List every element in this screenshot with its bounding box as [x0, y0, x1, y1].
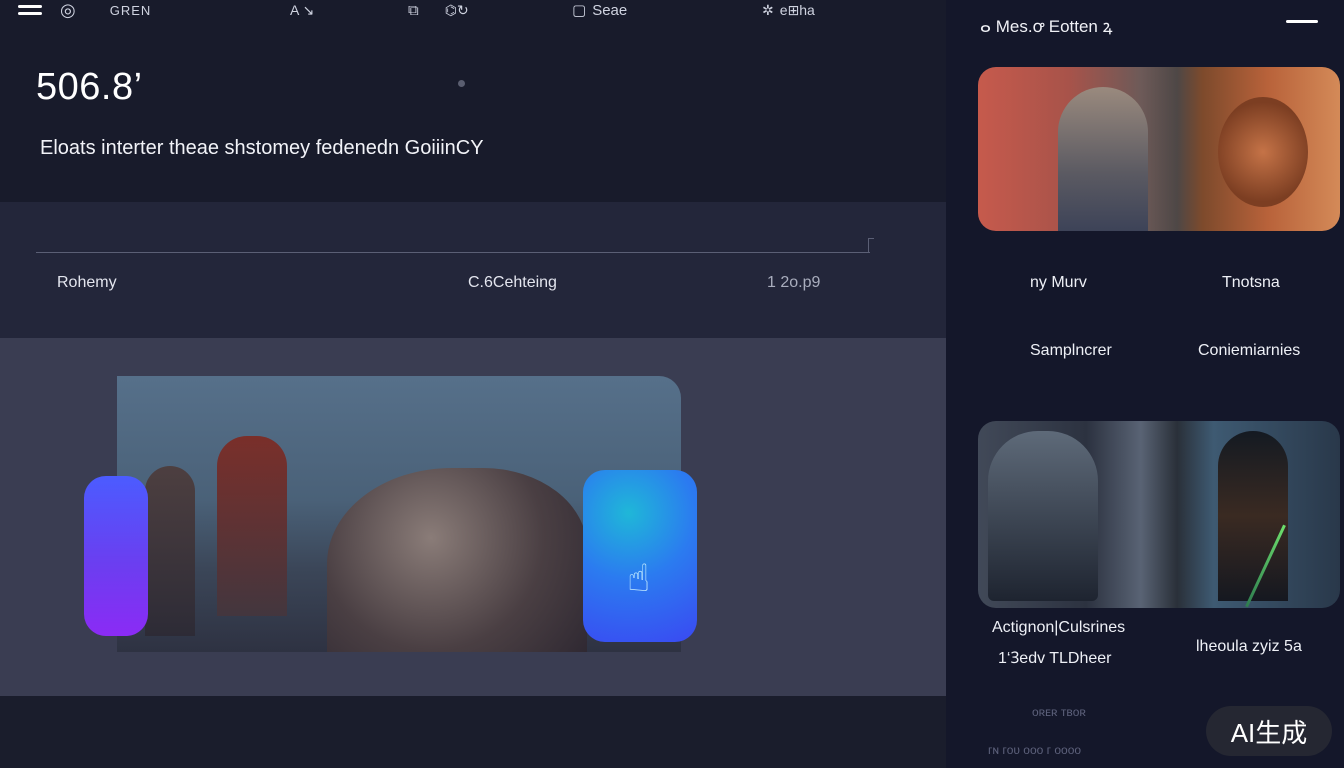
- menu-icon[interactable]: [18, 5, 42, 21]
- sidebar-label-a[interactable]: ny Murv: [1030, 274, 1087, 292]
- thumbnail-figure-b: [1218, 431, 1288, 601]
- column-label-3[interactable]: 1 2o.p9: [767, 274, 820, 292]
- media-panel: ☝: [0, 338, 946, 696]
- tool-icon: A ↘: [290, 1, 315, 18]
- bottom-bar: [0, 696, 946, 768]
- sidebar: ⴰ Mes.ꝍ Eotten ꝝ ny Murv Tnotsna Samplnc…: [946, 0, 1344, 768]
- column-label-2[interactable]: C.6Cehteing: [468, 274, 557, 292]
- ai-watermark: AI生成: [1206, 706, 1332, 756]
- toolbar-item-2[interactable]: A ↘: [290, 0, 314, 20]
- thumbnail-face: [1218, 97, 1308, 207]
- summary-panel: Rohemy C.6Cehteing 1 2o.p9: [0, 202, 946, 338]
- toolbar-item-3[interactable]: ⧉ ⌬↻: [408, 0, 469, 20]
- hand-icon: ☝: [627, 558, 651, 600]
- sidebar-label-b[interactable]: Tnotsna: [1222, 274, 1280, 292]
- status-dot: [458, 80, 465, 87]
- sidebar-faint-1: ᴏʀᴇʀ ᴛʙᴏʀ: [1032, 705, 1086, 719]
- gradient-handle[interactable]: [84, 476, 148, 636]
- main-pane: ◎ GREN A ↘ ⧉ ⌬↻ ▢ Seae ✲ e⊞ha 506.8’ Elo…: [0, 0, 946, 768]
- minimize-icon[interactable]: [1286, 20, 1318, 23]
- brand-label: GREN: [109, 2, 152, 18]
- hero-subtitle: Eloats interter theae shstomey fedenedn …: [40, 137, 484, 159]
- sidebar-label-c[interactable]: Samplncrer: [1030, 342, 1112, 360]
- blue-action-card[interactable]: ☝: [583, 470, 697, 642]
- toolbar-item-4-label: Seae: [592, 1, 628, 19]
- sidebar-label-g[interactable]: lheoula zyiz 5a: [1196, 638, 1302, 656]
- media-figure-main: [327, 468, 587, 652]
- divider-tick: [868, 238, 869, 253]
- sidebar-faint-2: ᴦɴ ᴦᴏᴜ ᴏᴏᴏ ᴦ ᴏᴏᴏᴏ: [988, 743, 1082, 757]
- hero-value: 506.8’: [36, 66, 143, 108]
- thumbnail-person: [1058, 87, 1148, 231]
- media-figure-middle: [217, 436, 287, 616]
- pin-icon: ✲: [762, 1, 774, 18]
- sidebar-label-e[interactable]: Actignon|Culsrines: [992, 619, 1125, 637]
- globe-icon: ◎: [60, 0, 76, 20]
- thumbnail-1[interactable]: [978, 67, 1340, 231]
- media-figure-left: [145, 466, 195, 636]
- divider-tick-cap: [868, 238, 874, 239]
- top-bar: ◎ GREN A ↘ ⧉ ⌬↻ ▢ Seae ✲ e⊞ha: [0, 0, 946, 26]
- device-icon: ▢: [572, 2, 587, 19]
- thumbnail-figure-a: [988, 431, 1098, 601]
- sidebar-label-d[interactable]: Coniemiarnies: [1198, 342, 1300, 360]
- sidebar-title: ⴰ Mes.ꝍ Eotten ꝝ: [980, 17, 1113, 36]
- divider: [36, 252, 870, 253]
- thumbnail-2[interactable]: [978, 421, 1340, 608]
- column-label-1[interactable]: Rohemy: [57, 274, 117, 292]
- toolbar-item-5-label: e⊞ha: [779, 1, 815, 18]
- toolbar-item-5[interactable]: ✲ e⊞ha: [762, 0, 815, 20]
- window-icon: ⧉: [408, 1, 419, 19]
- toolbar-item-3-label: ⌬↻: [444, 1, 469, 18]
- toolbar-item-4[interactable]: ▢ Seae: [572, 0, 627, 20]
- brand[interactable]: ◎ GREN: [60, 0, 151, 20]
- sidebar-label-f: 1‘Ꝫedv TLDheer: [998, 650, 1112, 667]
